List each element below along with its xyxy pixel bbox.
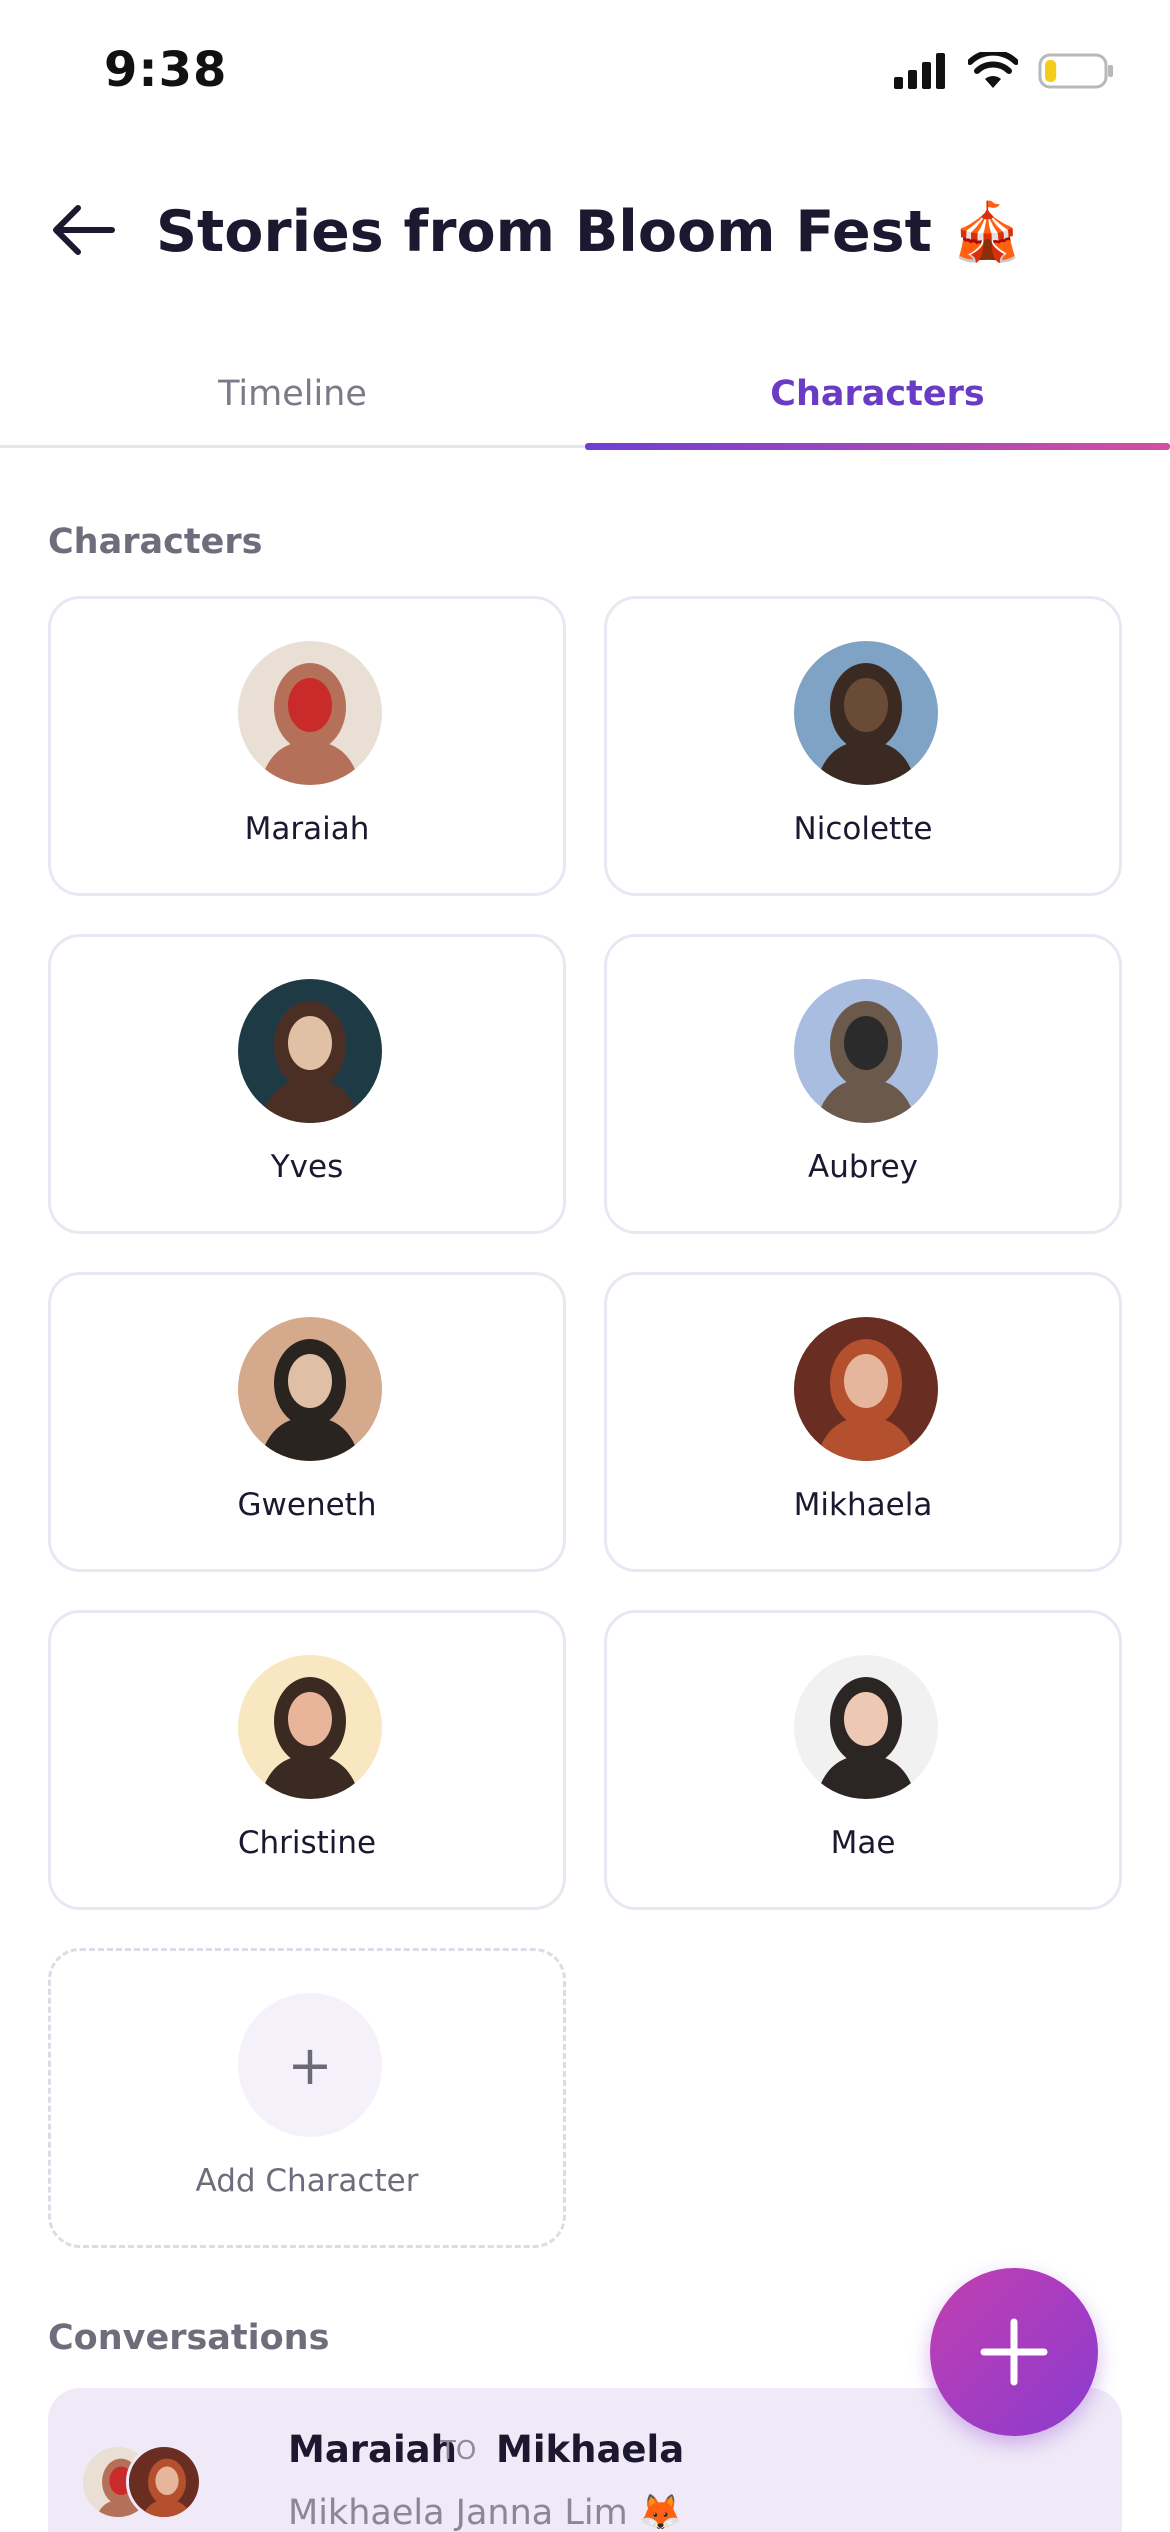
character-name: Christine	[237, 1825, 377, 1861]
character-card[interactable]: Gweneth	[48, 1272, 566, 1572]
status-time: 9:38	[104, 42, 228, 98]
avatar	[794, 979, 938, 1123]
character-name: Gweneth	[237, 1487, 377, 1523]
header: Stories from Bloom Fest 🎪	[0, 180, 1170, 280]
conversation-to-label: TO	[440, 2436, 477, 2466]
tab-timeline[interactable]: Timeline	[0, 340, 585, 448]
avatar	[238, 1317, 382, 1461]
recipient-avatar	[126, 2444, 202, 2520]
character-card[interactable]: Nicolette	[604, 596, 1122, 896]
tab-bar: Timeline Characters	[0, 340, 1170, 450]
status-icons	[894, 52, 1114, 90]
character-card[interactable]: Maraiah	[48, 596, 566, 896]
character-name: Yves	[270, 1149, 344, 1185]
avatar	[238, 979, 382, 1123]
plus-icon: +	[238, 1993, 382, 2137]
avatar	[238, 1655, 382, 1799]
add-character-label: Add Character	[195, 2163, 419, 2199]
wifi-icon	[968, 52, 1018, 88]
battery-icon	[1038, 53, 1113, 89]
character-card[interactable]: Christine	[48, 1610, 566, 1910]
character-name: Aubrey	[807, 1149, 918, 1185]
avatar	[794, 1317, 938, 1461]
conversation-sender: Maraiah	[288, 2428, 457, 2471]
characters-section-title: Characters	[48, 522, 263, 562]
character-name: Mikhaela	[793, 1487, 933, 1523]
character-card[interactable]: Yves	[48, 934, 566, 1234]
active-tab-indicator	[585, 443, 1170, 450]
plus-icon	[980, 2318, 1048, 2386]
page-title: Stories from Bloom Fest 🎪	[156, 199, 1023, 265]
add-fab-button[interactable]	[930, 2268, 1098, 2436]
add-character-button[interactable]: + Add Character	[48, 1948, 566, 2248]
arrow-left-icon	[53, 205, 115, 255]
character-name: Nicolette	[793, 811, 933, 847]
conversations-section-title: Conversations	[48, 2318, 330, 2358]
cellular-signal-icon	[894, 53, 945, 89]
character-card[interactable]: Mikhaela	[604, 1272, 1122, 1572]
character-name: Mae	[830, 1825, 896, 1861]
avatar	[794, 641, 938, 785]
character-name: Maraiah	[244, 811, 370, 847]
tab-characters[interactable]: Characters	[585, 340, 1170, 448]
character-card[interactable]: Mae	[604, 1610, 1122, 1910]
character-card[interactable]: Aubrey	[604, 934, 1122, 1234]
back-button[interactable]	[48, 198, 120, 262]
avatar	[238, 641, 382, 785]
conversation-recipient: Mikhaela	[496, 2428, 685, 2471]
conversation-subtitle: Mikhaela Janna Lim 🦊	[288, 2493, 683, 2532]
avatar	[794, 1655, 938, 1799]
status-bar: 9:38	[0, 0, 1170, 150]
